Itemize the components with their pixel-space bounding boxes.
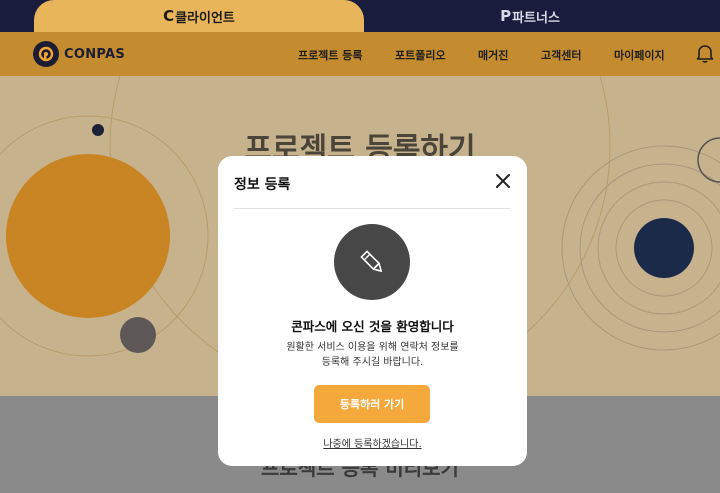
brand-logo[interactable]: CONPAS [33,41,125,67]
nav-item-customer-center[interactable]: 고객센터 [541,47,581,63]
description-line-2: 등록해 주시길 바랍니다. [321,357,424,368]
pencil-icon [334,224,410,300]
main-nav: CONPAS 프로젝트 등록 포트폴리오 매거진 고객센터 마이페이지 [0,32,720,76]
description-text: 원활한 서비스 이용을 위해 연락처 정보를 등록해 주시길 바랍니다. [218,340,527,370]
logo-icon [33,41,59,67]
modal-divider [234,208,510,209]
partner-p-icon: P [500,7,512,25]
tab-partner-label: 파트너스 [512,10,560,26]
brand-name: CONPAS [64,46,126,62]
info-register-modal: 정보 등록 콘파스에 오신 것을 환영합니다 원활한 서비스 이용을 위해 연락… [218,156,527,466]
tab-partner[interactable]: P 파트너스 [420,0,640,32]
nav-item-project-register[interactable]: 프로젝트 등록 [298,47,363,63]
register-later-link[interactable]: 나중에 등록하겠습니다. [218,435,527,450]
bell-icon[interactable] [694,42,716,64]
tab-client[interactable]: C 클라이언트 [34,0,364,32]
description-line-1: 원활한 서비스 이용을 위해 연락처 정보를 [286,342,459,353]
nav-item-portfolio[interactable]: 포트폴리오 [395,47,446,63]
nav-item-mypage[interactable]: 마이페이지 [614,47,665,63]
top-switcher: C 클라이언트 P 파트너스 [0,0,720,32]
close-icon[interactable] [494,172,512,190]
go-register-button[interactable]: 등록하러 가기 [314,385,430,423]
welcome-text: 콘파스에 오신 것을 환영합니다 [291,319,454,334]
tab-client-label: 클라이언트 [175,10,235,26]
client-c-icon: C [163,7,175,25]
nav-item-magazine[interactable]: 매거진 [478,47,508,63]
modal-title: 정보 등록 [234,177,291,193]
